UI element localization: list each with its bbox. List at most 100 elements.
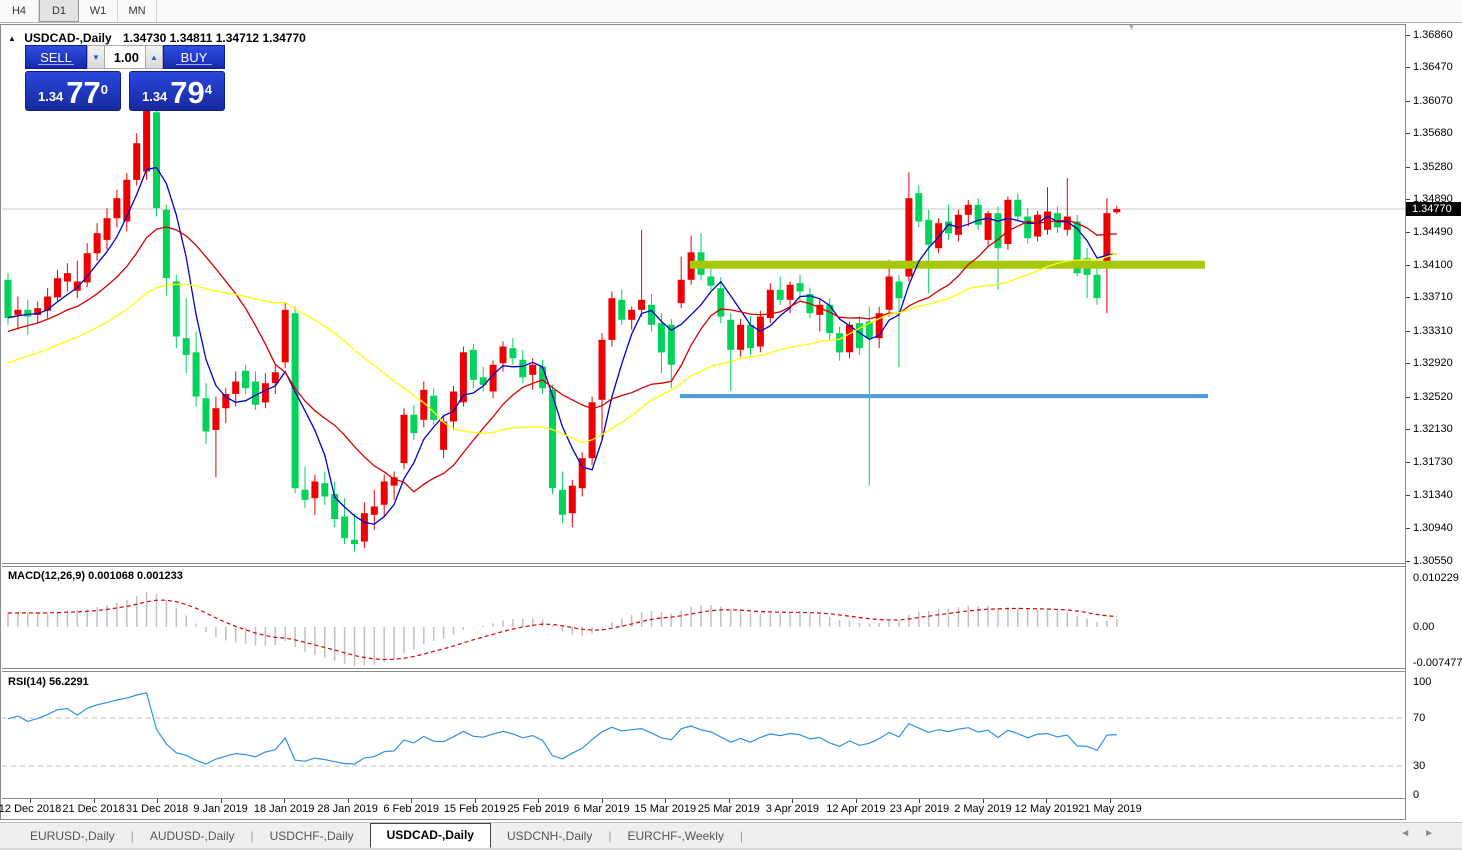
buy-price-pip: 4: [205, 72, 212, 108]
time-axis-label: 25 Feb 2019: [507, 803, 569, 815]
tab-audusd-daily[interactable]: AUDUSD-,Daily: [134, 825, 251, 848]
time-axis-label: 15 Mar 2019: [634, 803, 696, 815]
timeframe-d1-button[interactable]: D1: [39, 0, 79, 22]
time-axis-label: 23 Apr 2019: [890, 803, 949, 815]
price-axis-label: 1.36860: [1413, 29, 1453, 41]
collapse-subwindow-icon[interactable]: ▲: [8, 34, 16, 43]
sell-button[interactable]: SELL: [25, 45, 87, 69]
price-axis-label: 1.33310: [1413, 325, 1453, 337]
tab-usdchf-daily[interactable]: USDCHF-,Daily: [254, 825, 370, 848]
price-axis-label: 1.30550: [1413, 555, 1453, 567]
mt4-terminal: H4 D1 W1 MN ▲ USDCAD-,Daily 1.34730 1.34…: [0, 0, 1462, 850]
rsi-label: RSI(14) 56.2291: [8, 676, 89, 688]
time-axis-label: 25 Mar 2019: [698, 803, 760, 815]
lot-size-input[interactable]: 1.00: [105, 45, 145, 69]
price-axis-label: 1.31730: [1413, 456, 1453, 468]
time-axis-label: 6 Feb 2019: [383, 803, 439, 815]
price-axis-label: 1.33710: [1413, 291, 1453, 303]
price-axis-tick: [1406, 199, 1410, 200]
chart-title: ▲ USDCAD-,Daily 1.34730 1.34811 1.34712 …: [8, 31, 306, 45]
time-axis-label: 12 Dec 2018: [0, 803, 61, 815]
panel-separator[interactable]: [2, 668, 1405, 669]
price-axis[interactable]: 1.34770 1.368601.364701.360701.356801.35…: [1406, 24, 1461, 820]
lot-increase-button[interactable]: ▲: [145, 45, 163, 69]
price-axis-tick: [1406, 35, 1410, 36]
sell-price-box[interactable]: 1.34 77 0: [25, 71, 121, 111]
price-axis-label: 1.34890: [1413, 193, 1453, 205]
price-axis-label: 1.34100: [1413, 259, 1453, 271]
price-axis-label: 1.36470: [1413, 61, 1453, 73]
rsi-value: 56.2291: [49, 676, 89, 688]
rsi-axis-label: 30: [1413, 760, 1425, 772]
price-axis-label: 1.34490: [1413, 226, 1453, 238]
time-axis-label: 21 May 2019: [1078, 803, 1142, 815]
panel-separator[interactable]: [2, 566, 1405, 567]
symbol-period-label: USDCAD-,Daily: [24, 31, 111, 45]
buy-button[interactable]: BUY: [163, 45, 225, 69]
chart-shift-marker-icon[interactable]: ▼: [1127, 22, 1136, 32]
price-axis-tick: [1406, 397, 1410, 398]
time-axis-label: 28 Jan 2019: [317, 803, 378, 815]
tab-scroll-right-icon[interactable]: ►: [1424, 828, 1448, 839]
time-axis-label: 9 Jan 2019: [193, 803, 247, 815]
price-axis-label: 1.32920: [1413, 357, 1453, 369]
time-axis-label: 2 May 2019: [954, 803, 1011, 815]
buy-price-main: 79: [170, 78, 204, 108]
rsi-axis-label: 70: [1413, 712, 1425, 724]
time-axis-label: 12 May 2019: [1015, 803, 1079, 815]
tab-usdcnh-daily[interactable]: USDCNH-,Daily: [491, 825, 608, 848]
price-axis-tick: [1406, 462, 1410, 463]
price-axis-label: 1.32130: [1413, 423, 1453, 435]
time-axis-label: 31 Dec 2018: [126, 803, 188, 815]
tab-usdcad-daily[interactable]: USDCAD-,Daily: [370, 823, 491, 848]
rsi-indicator-canvas[interactable]: [0, 671, 1405, 798]
price-axis-tick: [1406, 561, 1410, 562]
chart-tab-bar: EURUSD-,Daily | AUDUSD-,Daily | USDCHF-,…: [0, 822, 1462, 848]
timeframe-w1-button[interactable]: W1: [79, 0, 118, 22]
timeframe-mn-button[interactable]: MN: [118, 0, 157, 22]
tab-separator: |: [740, 825, 743, 848]
buy-price-prefix: 1.34: [142, 86, 167, 108]
tab-scroll-arrows[interactable]: ◄►: [1400, 828, 1448, 839]
time-axis[interactable]: 12 Dec 201821 Dec 201831 Dec 2018 9 Jan 2…: [0, 799, 1405, 820]
macd-label: MACD(12,26,9) 0.001068 0.001233: [8, 570, 183, 582]
price-axis-tick: [1406, 265, 1410, 266]
price-axis-tick: [1406, 429, 1410, 430]
time-axis-label: 21 Dec 2018: [62, 803, 124, 815]
lot-decrease-button[interactable]: ▼: [87, 45, 105, 69]
one-click-trading-panel: SELL ▼ 1.00 ▲ BUY 1.34 77 0 1.34 79 4: [25, 45, 225, 111]
rsi-axis-label: 0: [1413, 789, 1419, 801]
time-axis-label: 3 Apr 2019: [766, 803, 819, 815]
panel-separator[interactable]: [2, 671, 1405, 672]
price-axis-label: 1.31340: [1413, 489, 1453, 501]
buy-price-box[interactable]: 1.34 79 4: [129, 71, 225, 111]
panel-separator[interactable]: [2, 563, 1405, 564]
macd-axis-label: 0.010229: [1413, 572, 1459, 584]
sell-price-pip: 0: [101, 72, 108, 108]
macd-values: 0.001068 0.001233: [88, 570, 183, 582]
price-axis-label: 1.32520: [1413, 391, 1453, 403]
sell-price-prefix: 1.34: [38, 86, 63, 108]
ohlc-values: 1.34730 1.34811 1.34712 1.34770: [123, 31, 306, 45]
timeframe-toolbar: H4 D1 W1 MN: [0, 0, 1462, 23]
price-axis-tick: [1406, 67, 1410, 68]
timeframe-h4-button[interactable]: H4: [0, 0, 39, 22]
price-axis-tick: [1406, 167, 1410, 168]
price-axis-tick: [1406, 101, 1410, 102]
macd-indicator-canvas[interactable]: [0, 566, 1405, 668]
price-axis-label: 1.35680: [1413, 127, 1453, 139]
price-axis-tick: [1406, 331, 1410, 332]
tab-scroll-left-icon[interactable]: ◄: [1400, 828, 1424, 839]
price-axis-tick: [1406, 297, 1410, 298]
macd-axis-label: -0.007477: [1413, 657, 1462, 669]
rsi-name: RSI(14): [8, 676, 46, 688]
price-axis-tick: [1406, 495, 1410, 496]
macd-axis-label: 0.00: [1413, 621, 1434, 633]
tab-eurusd-daily[interactable]: EURUSD-,Daily: [14, 825, 131, 848]
sell-price-main: 77: [66, 78, 100, 108]
rsi-axis-label: 100: [1413, 676, 1431, 688]
price-axis-tick: [1406, 528, 1410, 529]
price-axis-label: 1.36070: [1413, 95, 1453, 107]
tab-eurchf-weekly[interactable]: EURCHF-,Weekly: [611, 825, 739, 848]
time-axis-label: 18 Jan 2019: [254, 803, 315, 815]
